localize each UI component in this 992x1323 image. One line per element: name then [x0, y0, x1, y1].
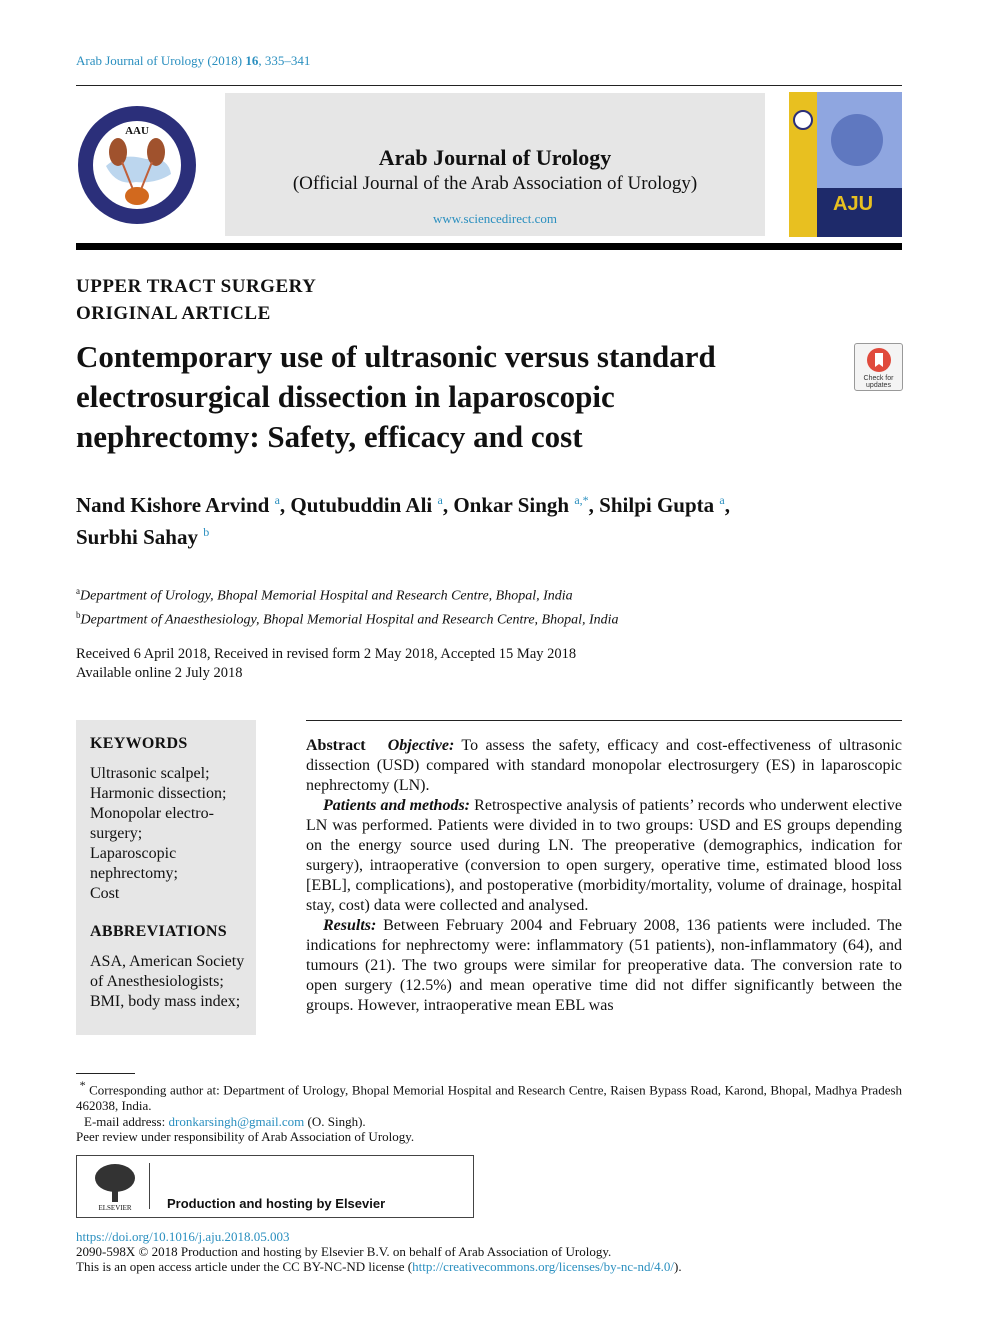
aau-logo: AAU	[76, 104, 198, 226]
license-link[interactable]: http://creativecommons.org/licenses/by-n…	[412, 1259, 674, 1274]
svg-text:ELSEVIER: ELSEVIER	[98, 1204, 131, 1212]
affiliation: bDepartment of Anaesthesiology, Bhopal M…	[76, 609, 619, 628]
abbreviation: BMI, body mass index;	[90, 993, 241, 1010]
author[interactable]: Shilpi Gupta a	[599, 493, 725, 517]
elsevier-box: ELSEVIER Production and hosting by Elsev…	[76, 1155, 474, 1218]
journal-cover: AJU	[789, 92, 902, 237]
keyword: Laparoscopic nephrectomy;	[90, 845, 178, 882]
svg-text:AAU: AAU	[125, 125, 149, 137]
divider	[76, 85, 902, 86]
divider	[306, 720, 902, 721]
abbreviations-heading: ABBREVIATIONS	[90, 923, 227, 940]
svg-text:AJU: AJU	[833, 193, 873, 215]
article-sections: UPPER TRACT SURGERY ORIGINAL ARTICLE	[76, 276, 317, 324]
article-dates: Received 6 April 2018, Received in revis…	[76, 646, 577, 681]
article-title: Contemporary use of ultrasonic versus st…	[76, 339, 716, 454]
keywords-heading: KEYWORDS	[90, 735, 188, 752]
affiliation: aDepartment of Urology, Bhopal Memorial …	[76, 586, 573, 604]
check-for-updates-button[interactable]: Check for updates	[854, 343, 903, 391]
author[interactable]: Onkar Singh a,*	[453, 493, 588, 517]
page: Arab Journal of Urology (2018) 16, 335–3…	[0, 0, 992, 1323]
elsevier-logo: ELSEVIER	[95, 1164, 135, 1212]
abstract-paragraph: Patients and methods: Retrospective anal…	[306, 797, 902, 914]
abbreviation: ASA, American Society of Anesthesiologis…	[90, 953, 245, 990]
email-link[interactable]: dronkarsingh@gmail.com	[168, 1114, 304, 1129]
keyword: Monopolar electro-surgery;	[90, 805, 214, 842]
elsevier-text: Production and hosting by Elsevier	[167, 1196, 386, 1211]
doi-link[interactable]: https://doi.org/10.1016/j.aju.2018.05.00…	[76, 1229, 290, 1244]
keyword: Cost	[90, 885, 120, 902]
journal-citation[interactable]: Arab Journal of Urology (2018) 16, 335–3…	[76, 53, 310, 69]
keywords-box: KEYWORDS Ultrasonic scalpel; Harmonic di…	[76, 720, 256, 1035]
author[interactable]: Surbhi Sahay b	[76, 525, 209, 549]
affiliations: aDepartment of Urology, Bhopal Memorial …	[76, 582, 619, 629]
sciencedirect-link[interactable]: www.sciencedirect.com	[433, 211, 557, 226]
journal-banner: Arab Journal of Urology (Official Journa…	[225, 93, 765, 236]
keyword: Harmonic dissection;	[90, 785, 227, 802]
abstract: Abstract Objective: To assess the safety…	[306, 736, 902, 1016]
divider-thick	[76, 243, 902, 250]
article-footer: https://doi.org/10.1016/j.aju.2018.05.00…	[76, 1229, 682, 1274]
abstract-paragraph: Results: Between February 2004 and Febru…	[306, 917, 902, 1014]
bookmark-icon	[866, 348, 891, 372]
author-list: Nand Kishore Arvind a, Qutubuddin Ali a,…	[76, 493, 730, 549]
divider	[76, 1073, 135, 1074]
author[interactable]: Qutubuddin Ali a	[290, 493, 442, 517]
keyword: Ultrasonic scalpel;	[90, 765, 210, 782]
journal-subtitle: (Official Journal of the Arab Associatio…	[292, 173, 698, 194]
abstract-paragraph: Abstract Objective: To assess the safety…	[306, 737, 903, 794]
author[interactable]: Nand Kishore Arvind a	[76, 493, 280, 517]
footnote: * Corresponding author at: Department of…	[76, 1078, 903, 1130]
peer-review-note: Peer review under responsibility of Arab…	[76, 1129, 415, 1144]
journal-title: Arab Journal of Urology	[378, 145, 612, 170]
